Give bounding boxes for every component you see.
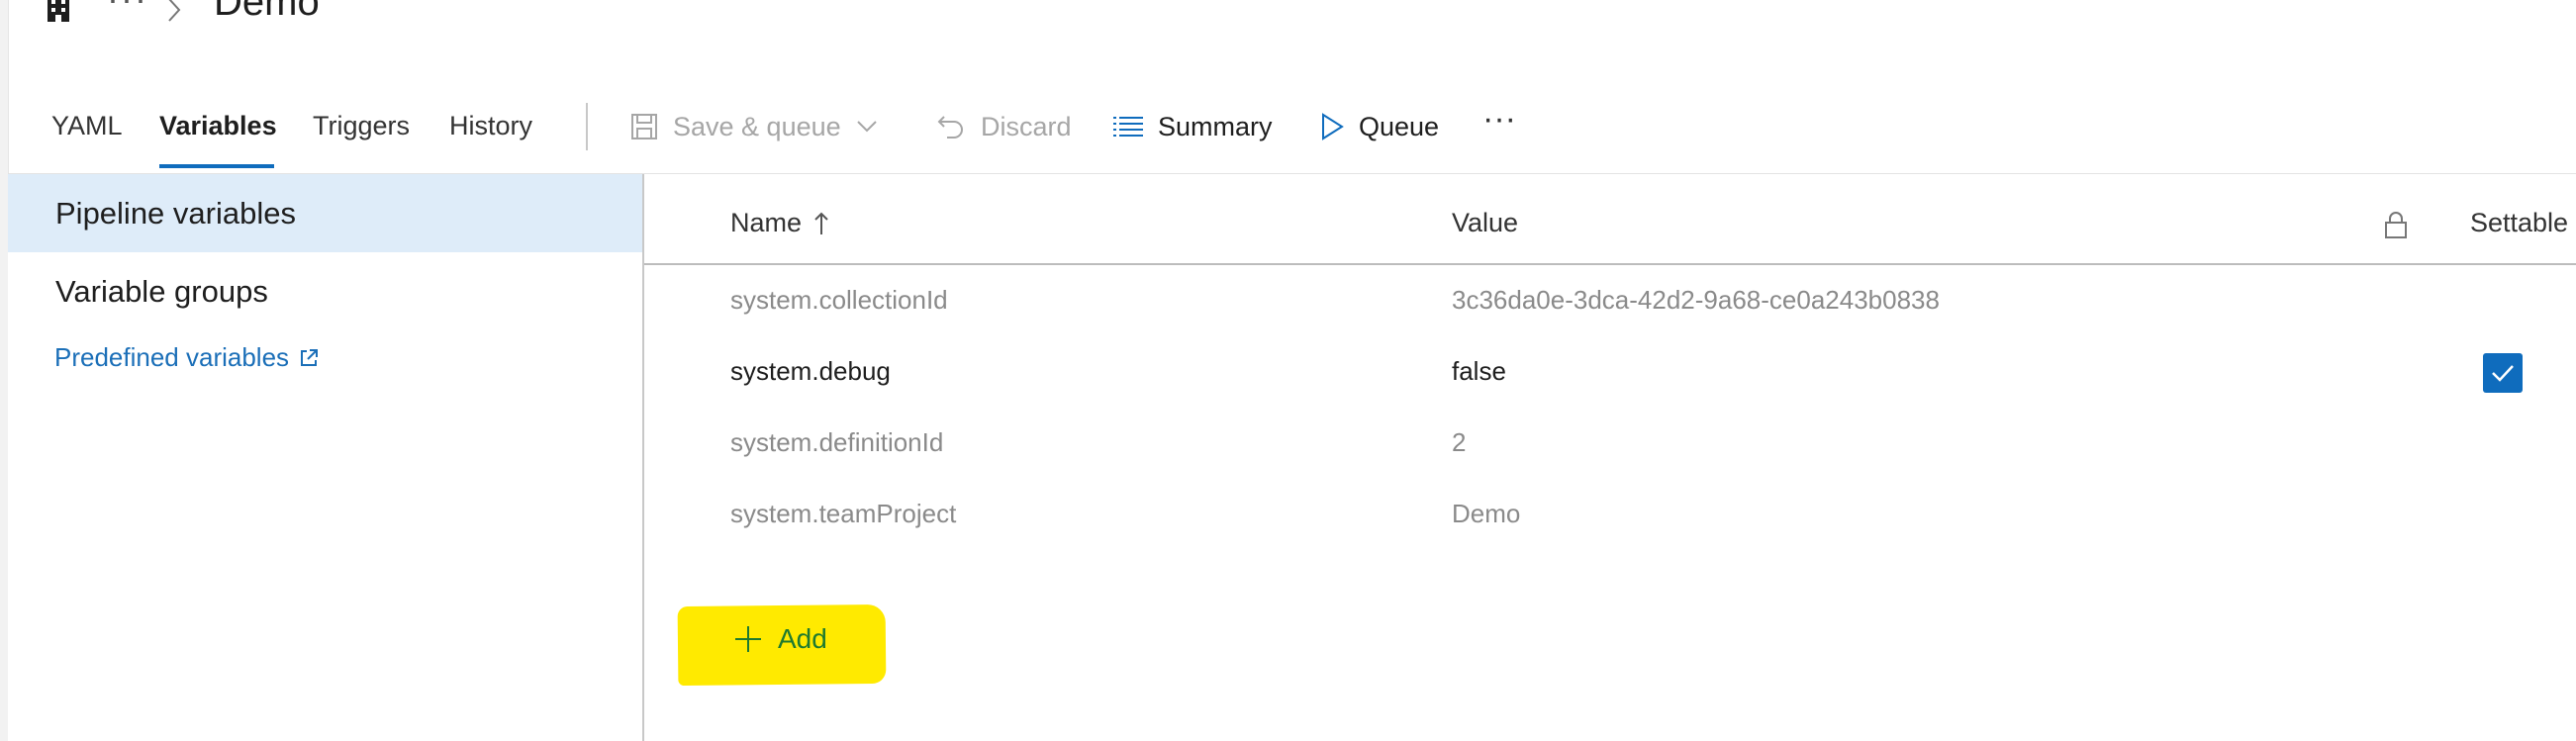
checkmark-icon bbox=[2492, 365, 2514, 382]
queue-button[interactable]: Queue bbox=[1319, 107, 1439, 146]
summary-button[interactable]: Summary bbox=[1112, 107, 1273, 146]
variable-value: 3c36da0e-3dca-42d2-9a68-ce0a243b0838 bbox=[1452, 285, 1940, 315]
list-icon bbox=[1113, 117, 1143, 137]
lock-icon bbox=[2385, 212, 2407, 238]
external-link-icon bbox=[301, 348, 319, 366]
breadcrumb-ellipsis[interactable]: ··· bbox=[107, 0, 148, 20]
variable-value: Demo bbox=[1452, 499, 1521, 528]
settable-checkbox[interactable] bbox=[2483, 353, 2523, 393]
variable-name: system.definitionId bbox=[730, 427, 944, 457]
play-icon bbox=[1322, 113, 1344, 140]
chevron-down-icon[interactable] bbox=[855, 119, 879, 135]
chevron-right-icon bbox=[168, 0, 181, 22]
save-queue-label: Save & queue bbox=[673, 111, 841, 141]
sidebar-item-variable-groups[interactable]: Variable groups bbox=[8, 252, 642, 330]
table-row[interactable]: system.debug false bbox=[644, 336, 2576, 408]
predefined-variables-label: Predefined variables bbox=[54, 342, 290, 372]
summary-label: Summary bbox=[1158, 111, 1273, 141]
tab-yaml[interactable]: YAML bbox=[51, 111, 123, 141]
variable-name: system.debug bbox=[730, 356, 891, 386]
add-label: Add bbox=[778, 623, 827, 654]
variable-name: system.collectionId bbox=[730, 285, 948, 315]
variable-value: 2 bbox=[1452, 427, 1467, 457]
sidebar-item-label: Variable groups bbox=[55, 273, 268, 309]
sort-ascending-icon bbox=[814, 212, 828, 234]
active-tab-indicator bbox=[159, 164, 274, 168]
save-queue-button[interactable]: Save & queue bbox=[629, 107, 879, 146]
project-icon[interactable] bbox=[44, 0, 73, 24]
discard-button[interactable]: Discard bbox=[935, 107, 1072, 146]
sidebar-item-label: Pipeline variables bbox=[55, 195, 296, 231]
undo-icon bbox=[937, 116, 963, 139]
discard-label: Discard bbox=[981, 111, 1072, 141]
column-header-settable-label: Settable bbox=[2470, 208, 2569, 237]
tab-bar: YAML Variables Triggers History Save & q… bbox=[0, 99, 2576, 174]
sidebar-item-pipeline-variables[interactable]: Pipeline variables bbox=[8, 174, 642, 252]
variables-table: Name Value Settable system.collectionId … bbox=[644, 174, 2576, 741]
toolbar-divider bbox=[586, 103, 588, 150]
variables-sidebar: Pipeline variables Variable groups Prede… bbox=[8, 174, 644, 741]
page-title: Demo bbox=[214, 0, 320, 24]
table-row[interactable]: system.collectionId 3c36da0e-3dca-42d2-9… bbox=[644, 265, 2576, 336]
variable-name: system.teamProject bbox=[730, 499, 957, 528]
column-header-settable[interactable]: Settable bbox=[2470, 208, 2568, 238]
column-header-value-label: Value bbox=[1452, 208, 1519, 237]
predefined-variables-link[interactable]: Predefined variables bbox=[54, 342, 319, 373]
tab-history[interactable]: History bbox=[449, 111, 532, 141]
add-variable-button[interactable]: Add bbox=[732, 619, 827, 659]
queue-label: Queue bbox=[1359, 111, 1440, 141]
column-header-name[interactable]: Name bbox=[730, 208, 829, 238]
column-header-value[interactable]: Value bbox=[1452, 208, 1518, 238]
more-actions-button[interactable]: ··· bbox=[1482, 99, 1516, 139]
save-icon bbox=[631, 114, 657, 139]
more-icon: ··· bbox=[1482, 99, 1516, 138]
table-row[interactable]: system.teamProject Demo bbox=[644, 479, 2576, 550]
table-row[interactable]: system.definitionId 2 bbox=[644, 408, 2576, 479]
column-header-name-label: Name bbox=[730, 208, 803, 237]
tab-variables[interactable]: Variables bbox=[159, 111, 277, 141]
variable-value[interactable]: false bbox=[1452, 356, 1506, 387]
plus-icon bbox=[735, 626, 761, 652]
tab-triggers[interactable]: Triggers bbox=[313, 111, 410, 141]
